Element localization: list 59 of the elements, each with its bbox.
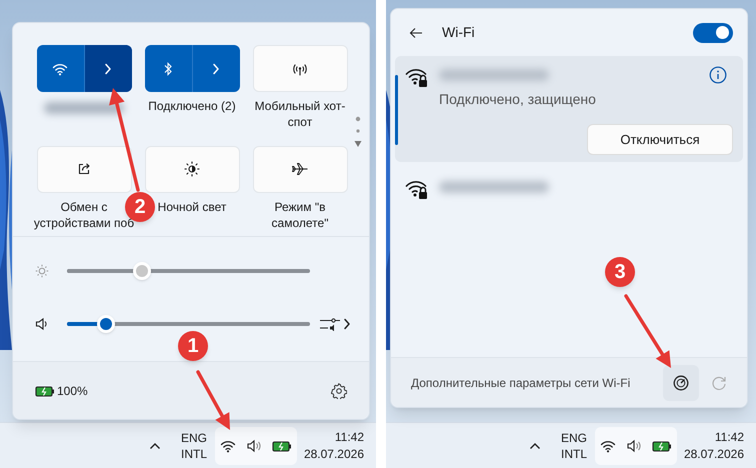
info-button[interactable]: [709, 66, 727, 84]
wifi-icon: [600, 438, 616, 452]
wifi-icon: [52, 62, 68, 76]
chevron-icon: [212, 62, 220, 74]
speaker-icon: [246, 438, 262, 452]
system-tray-button[interactable]: [595, 426, 678, 464]
speaker-icon: [626, 438, 642, 452]
panel-title: Wi-Fi: [442, 23, 475, 42]
clock-date[interactable]: 28.07.2026: [304, 446, 364, 462]
chevron-up-icon: [529, 442, 541, 450]
share-icon: [77, 162, 91, 176]
info-icon: [709, 66, 727, 84]
battery-icon: [35, 384, 55, 396]
night-light-toggle-button[interactable]: [144, 146, 240, 192]
slider-thumb[interactable]: [96, 315, 115, 333]
chevron-icon: [104, 62, 112, 74]
settings-button[interactable]: [331, 382, 347, 398]
hotspot-toggle-button[interactable]: [252, 45, 348, 92]
clock-time[interactable]: 11:42: [334, 428, 364, 446]
sun-icon: [184, 161, 200, 177]
back-button[interactable]: [409, 26, 423, 38]
settings-icon: [331, 382, 347, 398]
selection-indicator: [395, 75, 398, 145]
battery-icon: [652, 440, 672, 452]
sound-output-button[interactable]: [320, 317, 351, 331]
connection-status: Подключено, защищено: [439, 90, 596, 109]
disconnect-button[interactable]: Отключиться: [587, 124, 733, 155]
gauge-icon: [673, 374, 689, 390]
battery-percentage: 100%: [57, 382, 88, 400]
language-label[interactable]: INTL: [181, 446, 208, 462]
airplane-toggle-button[interactable]: [252, 146, 348, 192]
tile-label: Мобильный хот-спот: [254, 98, 346, 130]
clock-time[interactable]: 11:42: [714, 428, 744, 446]
speaker-icon: [35, 317, 49, 331]
speed-test-button[interactable]: [663, 364, 699, 400]
tile-label: Режим "в самолете": [270, 198, 330, 230]
tile-label: Ночной свет: [158, 198, 226, 214]
language-label[interactable]: INTL: [561, 446, 588, 462]
chevron-icon: [343, 318, 351, 330]
airplane-icon: [291, 162, 309, 176]
refresh-icon: [711, 374, 727, 390]
share-toggle-button[interactable]: [36, 146, 132, 192]
system-tray-button[interactable]: [215, 426, 298, 464]
wifi-toggle[interactable]: [693, 22, 733, 42]
battery-icon: [272, 440, 292, 452]
page-indicator-icon: [354, 115, 362, 149]
language-label[interactable]: ENG: [181, 430, 208, 446]
brightness-icon: [35, 264, 49, 278]
tile-label: Подключено (2): [148, 98, 236, 114]
bluetooth-icon: [163, 60, 173, 76]
mixer-icon: [320, 317, 340, 331]
pointer-arrow: [196, 370, 230, 430]
network-item[interactable]: Подключено, защищено Отключиться: [395, 56, 743, 162]
language-label[interactable]: ENG: [561, 430, 588, 446]
wifi-icon: [220, 438, 236, 452]
hotspot-icon: [291, 62, 309, 76]
back-arrow-icon: [409, 26, 423, 38]
clock-date[interactable]: 28.07.2026: [684, 446, 744, 462]
chevron-up-icon: [149, 442, 161, 450]
